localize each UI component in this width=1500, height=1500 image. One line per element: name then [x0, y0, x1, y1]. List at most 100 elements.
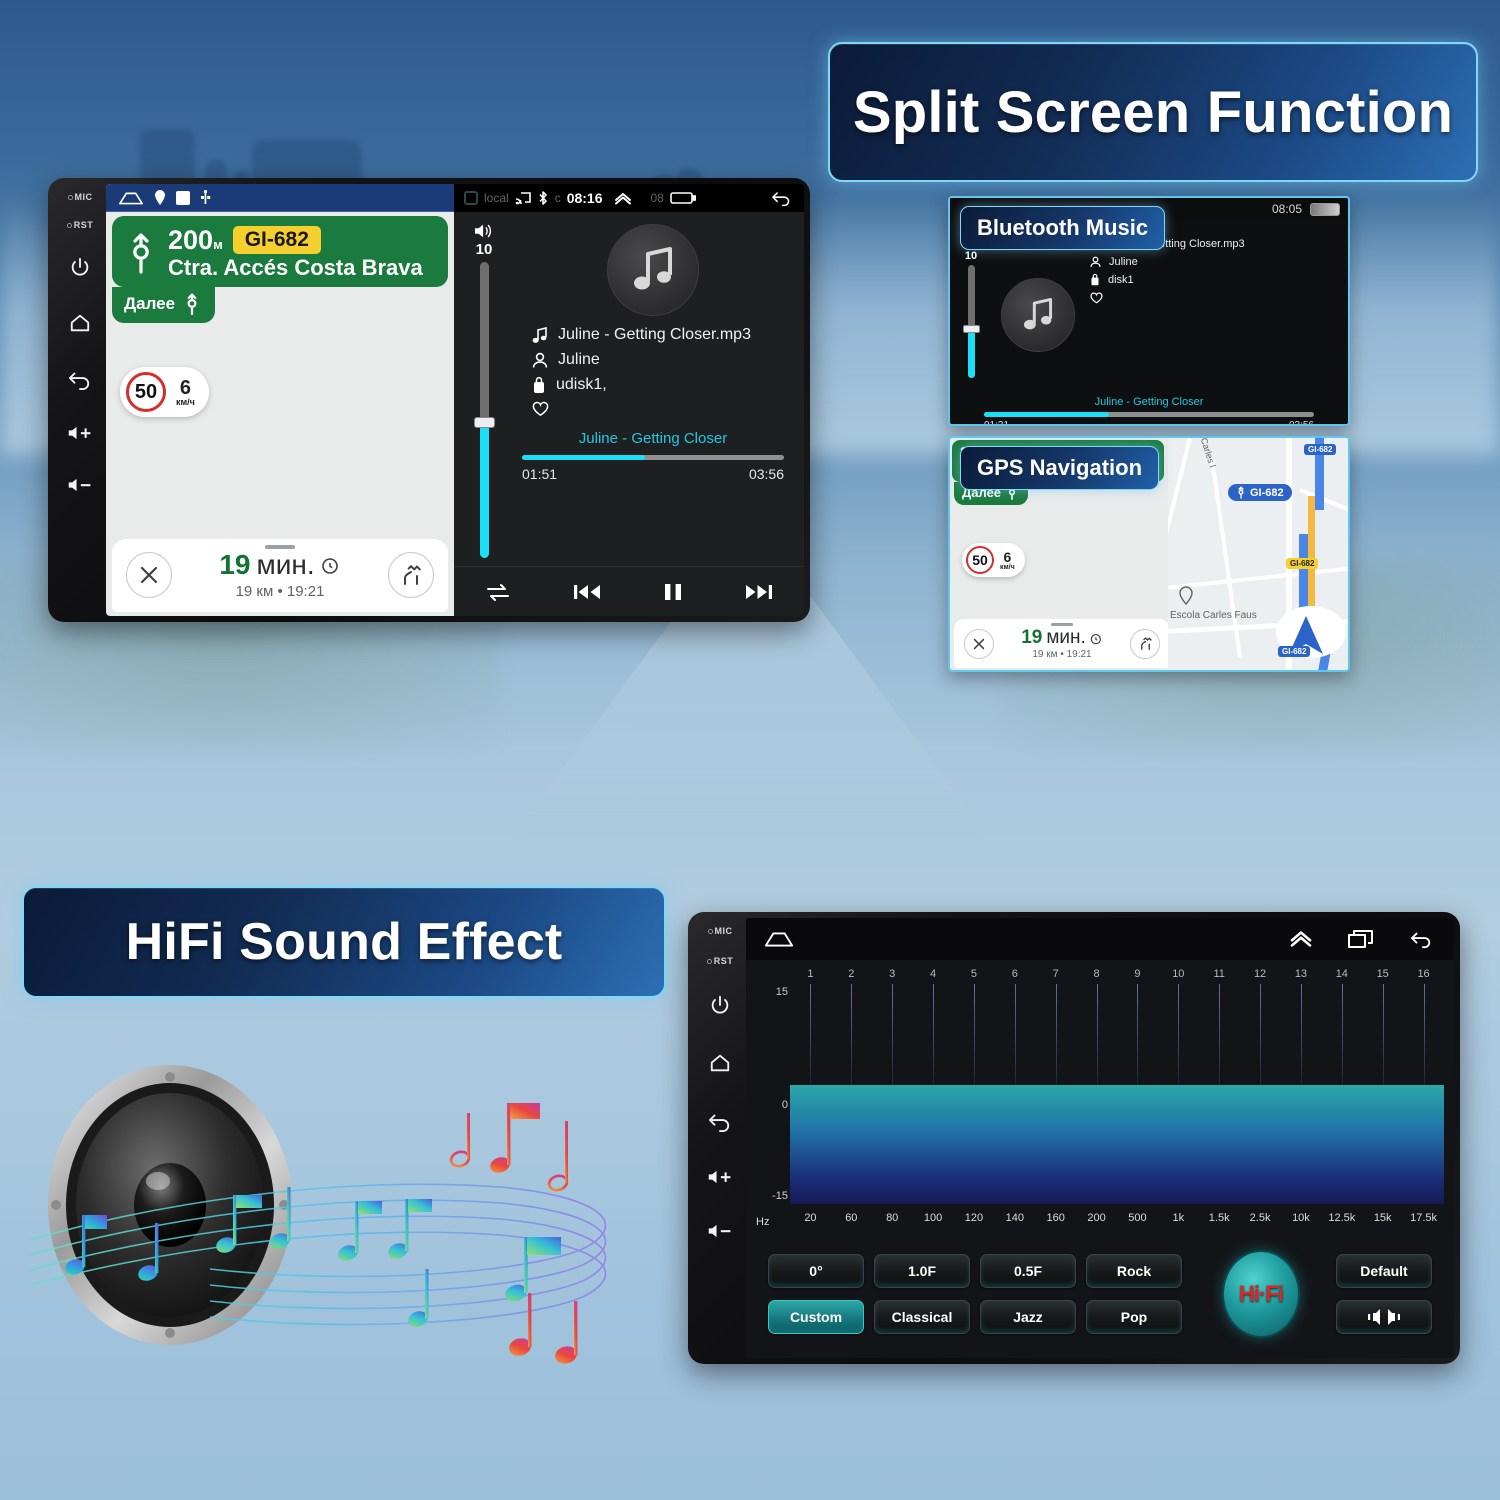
nav-instruction-card: 200м GI-682 Ctra. Accés Costa Brava [112, 216, 448, 288]
eq-band-slider[interactable] [1014, 984, 1016, 1086]
next-icon[interactable] [744, 581, 774, 603]
volume-down-icon[interactable] [67, 476, 93, 494]
bt-track-metadata: Juline - Getting Closer.mp3 Juline disk1 [1090, 226, 1340, 390]
volume-up-icon[interactable] [67, 424, 93, 442]
eta-info: 19 мин. 19 км • 19:21 [219, 549, 340, 600]
eq-field[interactable] [790, 984, 1444, 1204]
chevron-up-icon[interactable] [1288, 930, 1314, 948]
eq-band-number: 1 [807, 968, 814, 980]
map-route-badge: GI-682 [1228, 484, 1292, 501]
eq-preset-pop[interactable]: Pop [1086, 1300, 1182, 1334]
mic-indicator: MIC [67, 192, 93, 202]
eq-preset-0-5f[interactable]: 0.5F [980, 1254, 1076, 1288]
previous-icon[interactable] [572, 581, 602, 603]
navigation-panel: 200м GI-682 Ctra. Accés Costa Brava Дале… [106, 184, 454, 616]
eq-band-slider[interactable] [1300, 984, 1302, 1086]
bt-volume-slider[interactable] [962, 265, 980, 378]
eq-plot-area[interactable]: 1 2 3 4 5 6 7 8 9 10 11 12 13 14 15 16 20 60 80 100 120 140 1… [790, 968, 1444, 1230]
hifi-badge[interactable]: Hi·Fi [1222, 1250, 1300, 1338]
eq-band-slider[interactable] [1219, 984, 1221, 1086]
back-icon[interactable] [67, 368, 93, 390]
eq-right-buttons: Default [1336, 1254, 1432, 1334]
eq-band-slider[interactable] [1341, 984, 1343, 1086]
volume-slider[interactable] [473, 262, 495, 558]
bt-clock: 08:05 [1271, 202, 1302, 216]
gps-route-options-button[interactable] [1130, 628, 1160, 659]
eq-ytick-top: 15 [775, 986, 788, 998]
eq-frequency-label: 1k [1172, 1212, 1185, 1224]
bt-album-art [994, 226, 1082, 390]
now-playing-title: Juline - Getting Closer [578, 430, 728, 447]
eq-frequency-label: 2.5k [1249, 1212, 1271, 1224]
volume-up-icon[interactable] [707, 1168, 733, 1186]
default-button[interactable]: Default [1336, 1254, 1432, 1288]
nav-next-step: Далее [112, 287, 216, 324]
square-icon [176, 190, 190, 205]
bt-volume-knob[interactable] [962, 324, 980, 333]
eq-band-number: 8 [1093, 968, 1100, 980]
progress-bar[interactable] [522, 455, 784, 460]
eq-band-slider[interactable] [1178, 984, 1180, 1086]
hifi-badge-text: Hi·Fi [1239, 1281, 1284, 1306]
eq-band-slider[interactable] [1137, 984, 1139, 1086]
eq-preset-classical[interactable]: Classical [874, 1300, 970, 1334]
power-icon[interactable] [709, 994, 731, 1016]
volume-down-icon[interactable] [707, 1222, 733, 1240]
route-options-button[interactable] [387, 551, 434, 598]
volume-slider-knob[interactable] [473, 416, 495, 428]
eq-band-slider[interactable] [851, 984, 853, 1086]
bt-volume-control[interactable]: 10 [956, 226, 986, 390]
sheet-grab-handle[interactable] [265, 545, 295, 549]
gps-close-button[interactable] [964, 628, 994, 659]
speaker-graphic [30, 1055, 650, 1385]
eq-band-slider[interactable] [1096, 984, 1098, 1086]
eq-band-slider[interactable] [933, 984, 935, 1086]
back-icon[interactable] [1408, 929, 1436, 949]
eq-preset-jazz[interactable]: Jazz [980, 1300, 1076, 1334]
close-navigation-button[interactable] [126, 551, 172, 598]
eq-preset-1-0f[interactable]: 1.0F [874, 1254, 970, 1288]
home-icon[interactable] [708, 1052, 732, 1074]
favorite-row[interactable] [532, 401, 792, 417]
battery-icon [670, 191, 696, 205]
eq-band-slider[interactable] [973, 984, 975, 1086]
eq-band-slider[interactable] [810, 984, 812, 1086]
eq-band-number: 9 [1134, 968, 1141, 980]
home-icon[interactable] [68, 312, 92, 334]
volume-value: 10 [475, 241, 493, 258]
bt-progress-area: 01:31 03:56 [984, 412, 1314, 426]
power-icon[interactable] [69, 256, 91, 278]
sheet-grab-handle[interactable] [1051, 623, 1073, 626]
balance-icon[interactable] [1336, 1300, 1432, 1334]
eq-band-slider[interactable] [892, 984, 894, 1086]
bt-favorite-row[interactable] [1090, 292, 1340, 304]
eq-frequency-label: 10k [1292, 1212, 1310, 1224]
home-icon[interactable] [118, 190, 144, 206]
eq-band-slider[interactable] [1260, 984, 1262, 1086]
eq-band-slider[interactable] [1382, 984, 1384, 1086]
bt-progress-bar[interactable] [984, 412, 1314, 417]
chevron-up-icon[interactable] [613, 191, 633, 205]
repeat-icon[interactable] [484, 581, 512, 603]
gps-map[interactable]: GI-682 GI-682 GI-682 GI-682 n Carles l E… [1168, 438, 1348, 670]
volume-control[interactable]: 10 [464, 222, 504, 566]
eq-preset-rock[interactable]: Rock [1086, 1254, 1182, 1288]
head-unit-main: MIC RST 200м GI-682 Ctra. Accés Costa Br… [48, 178, 810, 622]
eq-frequency-label: 15k [1373, 1212, 1392, 1224]
home-icon[interactable] [764, 930, 794, 948]
gps-eta-sheet: 19 мин. 19 км • 19:21 [954, 619, 1170, 668]
nav-map-area[interactable]: 50 6 км/ч 19 мин. 19 км • 19:21 [106, 323, 454, 616]
back-icon[interactable] [707, 1110, 733, 1132]
back-icon[interactable] [770, 189, 794, 207]
recents-icon[interactable] [1348, 929, 1374, 949]
reset-indicator: RST [706, 956, 734, 966]
pause-icon[interactable] [662, 581, 684, 603]
eq-band-slider[interactable] [1055, 984, 1057, 1086]
eq-frequency-label: 80 [886, 1212, 899, 1224]
eq-preset-custom[interactable]: Custom [768, 1300, 864, 1334]
bt-duration: 03:56 [1288, 420, 1314, 426]
music-main: Juline - Getting Closer.mp3 Juline udisk… [514, 222, 792, 566]
equalizer-graph[interactable]: 15 0 -15 Hz 1 2 3 4 5 6 7 8 9 10 11 12 13 14 15 16 20 60… [746, 960, 1454, 1230]
eq-band-slider[interactable] [1423, 984, 1425, 1086]
eq-preset-0[interactable]: 0° [768, 1254, 864, 1288]
